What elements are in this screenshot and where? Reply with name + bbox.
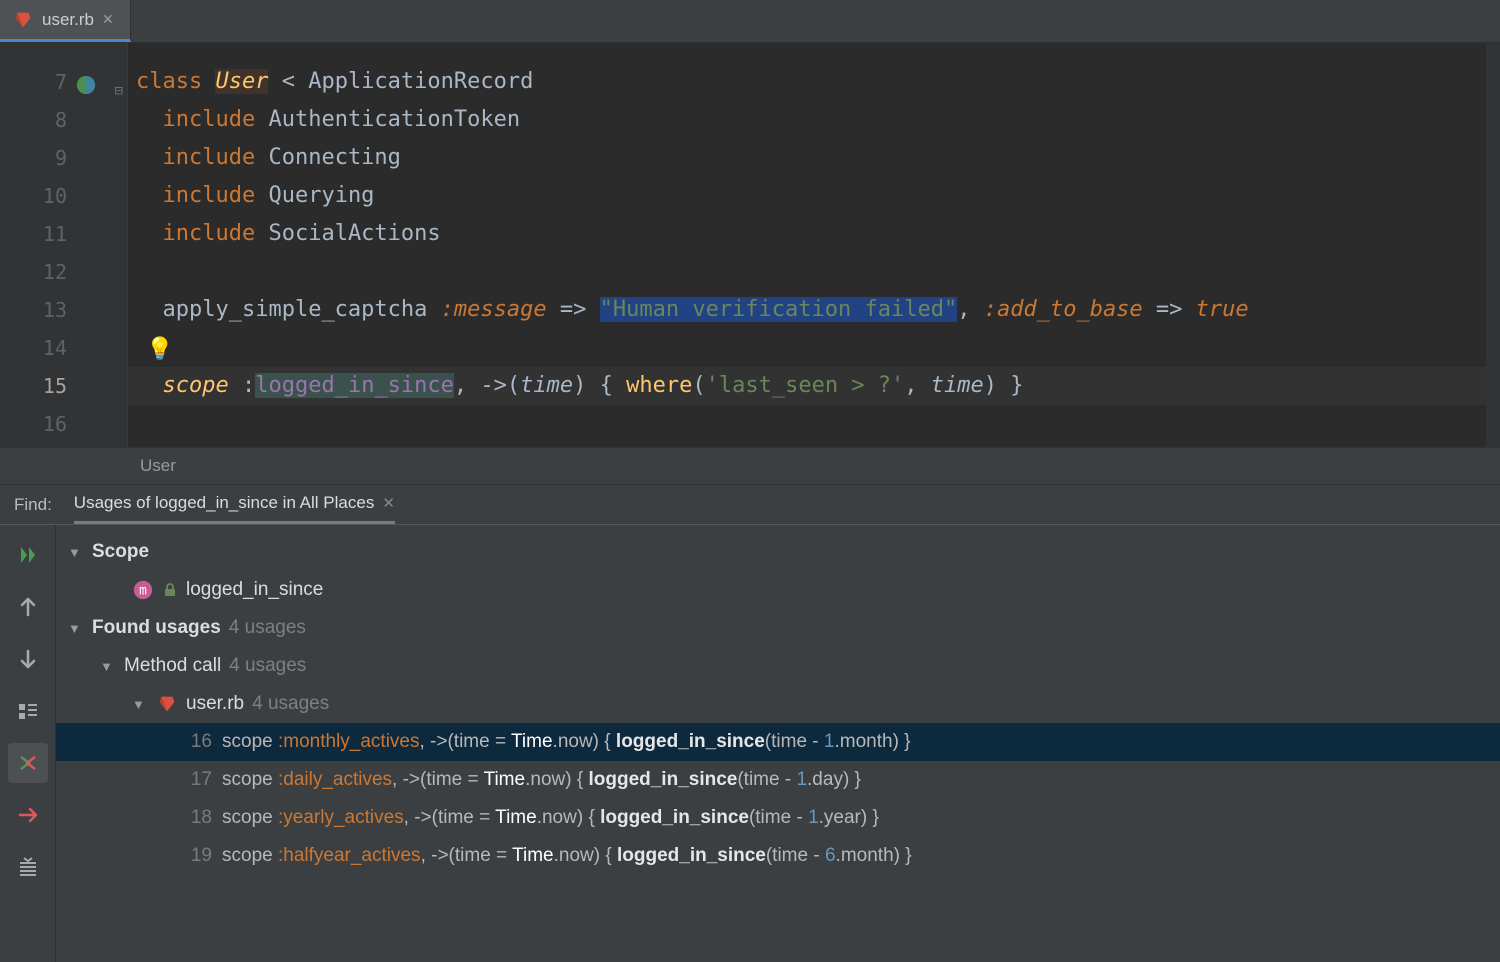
code-line[interactable]: include Connecting bbox=[128, 139, 1500, 177]
close-icon[interactable]: ✕ bbox=[102, 11, 114, 28]
ruby-file-icon bbox=[156, 693, 178, 715]
code-line[interactable]: include AuthenticationToken bbox=[128, 101, 1500, 139]
autoscroll-to-source-button[interactable] bbox=[8, 743, 48, 783]
usage-line-number: 18 bbox=[182, 807, 212, 829]
tree-node-scope-method[interactable]: m logged_in_since bbox=[56, 571, 1500, 609]
ruby-file-icon bbox=[12, 9, 34, 31]
find-tab-title: Usages of logged_in_since in All Places bbox=[74, 493, 375, 513]
intention-bulb-icon[interactable]: 💡 bbox=[146, 331, 173, 369]
svg-text:m: m bbox=[139, 584, 147, 599]
tab-label: user.rb bbox=[42, 10, 94, 30]
prev-occurrence-button[interactable] bbox=[8, 587, 48, 627]
usage-code: scope :halfyear_actives, ->(time = Time.… bbox=[222, 845, 912, 867]
expand-icon[interactable]: ▼ bbox=[100, 659, 114, 674]
next-occurrence-button[interactable] bbox=[8, 639, 48, 679]
code-line[interactable] bbox=[128, 405, 1500, 443]
code-line[interactable]: class User < ApplicationRecord bbox=[128, 63, 1500, 101]
editor-gutter: 7⊟8910111213141516 bbox=[0, 43, 128, 447]
editor-tab-bar: user.rb ✕ bbox=[0, 0, 1500, 43]
rerun-button[interactable] bbox=[8, 535, 48, 575]
usage-line-number: 19 bbox=[182, 845, 212, 867]
usage-line-number: 16 bbox=[182, 731, 212, 753]
usage-row[interactable]: 18 scope :yearly_actives, ->(time = Time.… bbox=[56, 799, 1500, 837]
expand-all-button[interactable] bbox=[8, 847, 48, 887]
usage-row[interactable]: 17 scope :daily_actives, ->(time = Time.n… bbox=[56, 761, 1500, 799]
usage-count: 4 usages bbox=[252, 693, 329, 715]
tree-label: Found usages bbox=[92, 617, 221, 639]
expand-icon[interactable]: ▼ bbox=[68, 621, 82, 636]
expand-icon[interactable]: ▼ bbox=[68, 545, 82, 560]
breadcrumb[interactable]: User bbox=[0, 447, 1500, 485]
find-panel-body: ▼ Scope m logged_in_since ▼ Found usages… bbox=[0, 525, 1500, 962]
tree-node-file[interactable]: ▼ user.rb 4 usages bbox=[56, 685, 1500, 723]
find-label: Find: bbox=[14, 495, 52, 515]
code-editor[interactable]: 7⊟8910111213141516 class User < Applicat… bbox=[0, 43, 1500, 447]
code-line[interactable]: 💡 bbox=[128, 329, 1500, 367]
tree-label: Scope bbox=[92, 541, 149, 563]
find-tab[interactable]: Usages of logged_in_since in All Places … bbox=[74, 485, 395, 524]
class-gutter-icon[interactable] bbox=[75, 70, 97, 92]
usage-count: 4 usages bbox=[229, 655, 306, 677]
usage-row[interactable]: 16 scope :monthly_actives, ->(time = Time… bbox=[56, 723, 1500, 761]
code-line[interactable]: include Querying bbox=[128, 177, 1500, 215]
usage-code: scope :monthly_actives, ->(time = Time.n… bbox=[222, 731, 911, 753]
usage-code: scope :daily_actives, ->(time = Time.now… bbox=[222, 769, 861, 791]
usage-count: 4 usages bbox=[229, 617, 306, 639]
autoscroll-from-source-button[interactable] bbox=[8, 795, 48, 835]
code-line[interactable]: scope :logged_in_since, ->(time) { where… bbox=[128, 367, 1500, 405]
tree-label: Method call bbox=[124, 655, 221, 677]
usage-code: scope :yearly_actives, ->(time = Time.no… bbox=[222, 807, 879, 829]
tree-node-found-usages[interactable]: ▼ Found usages 4 usages bbox=[56, 609, 1500, 647]
usage-row[interactable]: 19 scope :halfyear_actives, ->(time = Tim… bbox=[56, 837, 1500, 875]
find-panel-header: Find: Usages of logged_in_since in All P… bbox=[0, 485, 1500, 525]
code-area[interactable]: class User < ApplicationRecord include A… bbox=[128, 43, 1500, 447]
tree-label: user.rb bbox=[186, 693, 244, 715]
find-results-tree[interactable]: ▼ Scope m logged_in_since ▼ Found usages… bbox=[56, 525, 1500, 962]
usage-line-number: 17 bbox=[182, 769, 212, 791]
tree-label: logged_in_since bbox=[186, 579, 323, 601]
code-line[interactable]: apply_simple_captcha :message => "Human … bbox=[128, 291, 1500, 329]
group-by-button[interactable] bbox=[8, 691, 48, 731]
error-stripe[interactable] bbox=[1486, 43, 1500, 447]
close-icon[interactable]: ✕ bbox=[382, 494, 395, 512]
editor-tab-user-rb[interactable]: user.rb ✕ bbox=[0, 0, 131, 42]
code-line[interactable]: include SocialActions bbox=[128, 215, 1500, 253]
find-toolbar bbox=[0, 525, 56, 962]
tree-node-scope[interactable]: ▼ Scope bbox=[56, 533, 1500, 571]
expand-icon[interactable]: ▼ bbox=[132, 697, 146, 712]
code-line[interactable] bbox=[128, 253, 1500, 291]
method-icon: m bbox=[132, 579, 154, 601]
tree-node-method-call[interactable]: ▼ Method call 4 usages bbox=[56, 647, 1500, 685]
lock-icon bbox=[162, 582, 178, 598]
breadcrumb-item[interactable]: User bbox=[140, 456, 176, 476]
